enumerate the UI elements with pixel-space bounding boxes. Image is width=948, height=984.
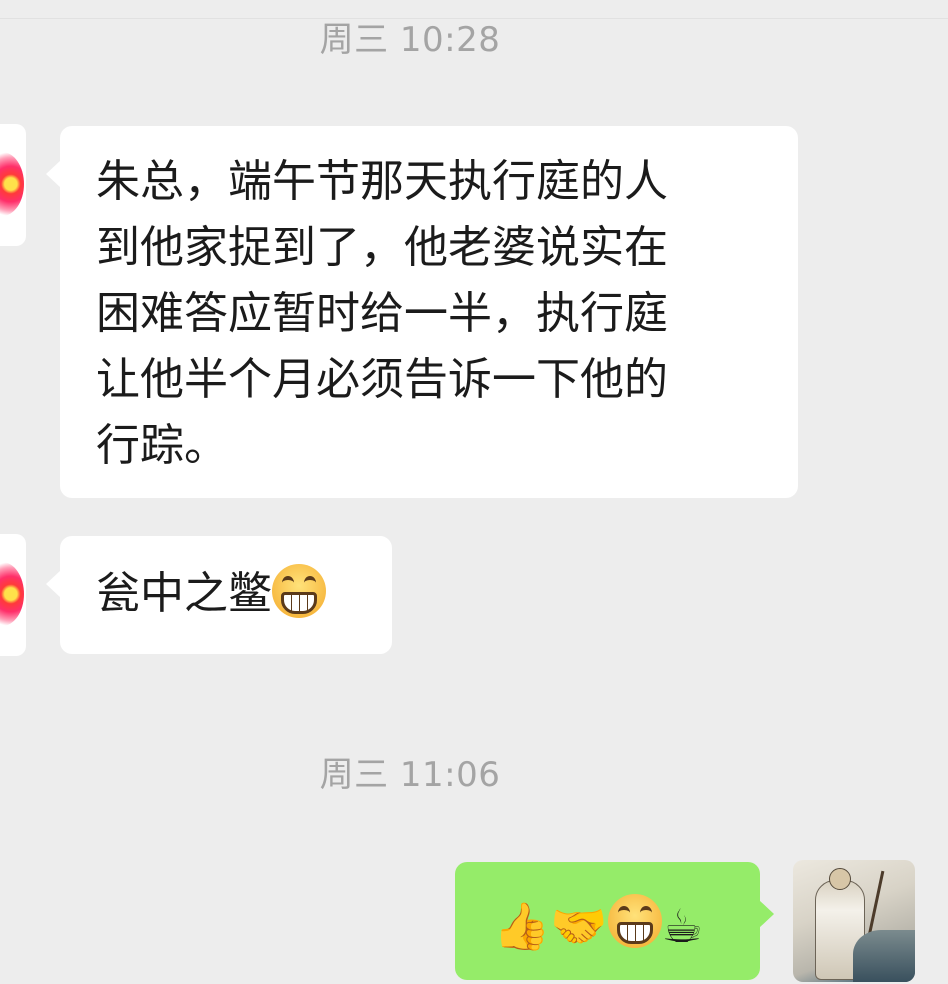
handshake-icon: 🤝 bbox=[550, 898, 608, 953]
rock-icon bbox=[853, 930, 915, 982]
timestamp: 周三 10:28 bbox=[319, 20, 501, 60]
message-line: 行踪。 bbox=[96, 420, 228, 471]
message-line: 朱总，端午节那天执行庭的人 bbox=[96, 156, 668, 207]
thumbs-up-icon: 👍 bbox=[493, 898, 551, 953]
incoming-message-bubble[interactable]: 瓮中之鳖 bbox=[46, 536, 392, 654]
my-avatar[interactable] bbox=[793, 860, 915, 982]
flower-avatar-icon bbox=[0, 562, 24, 626]
incoming-message-bubble[interactable]: 朱总，端午节那天执行庭的人 到他家捉到了，他老婆说实在 困难答应暂时给一半，执行… bbox=[46, 126, 798, 498]
outgoing-message-bubble[interactable]: 👍🤝 ☕ bbox=[455, 862, 774, 980]
message-text: 瓮中之鳖 bbox=[96, 568, 272, 619]
message-line: 让他半个月必须告诉一下他的 bbox=[96, 354, 668, 405]
message-line: 到他家捉到了，他老婆说实在 bbox=[96, 222, 668, 273]
message-line: 困难答应暂时给一半，执行庭 bbox=[96, 288, 668, 339]
contact-avatar[interactable] bbox=[0, 124, 26, 246]
scholar-head-icon bbox=[829, 868, 851, 890]
contact-avatar[interactable] bbox=[0, 534, 26, 656]
coffee-icon: ☕ bbox=[661, 898, 703, 953]
grin-icon bbox=[607, 893, 662, 948]
grin-icon bbox=[272, 564, 326, 618]
flower-avatar-icon bbox=[0, 152, 24, 216]
timestamp: 周三 11:06 bbox=[319, 755, 501, 795]
